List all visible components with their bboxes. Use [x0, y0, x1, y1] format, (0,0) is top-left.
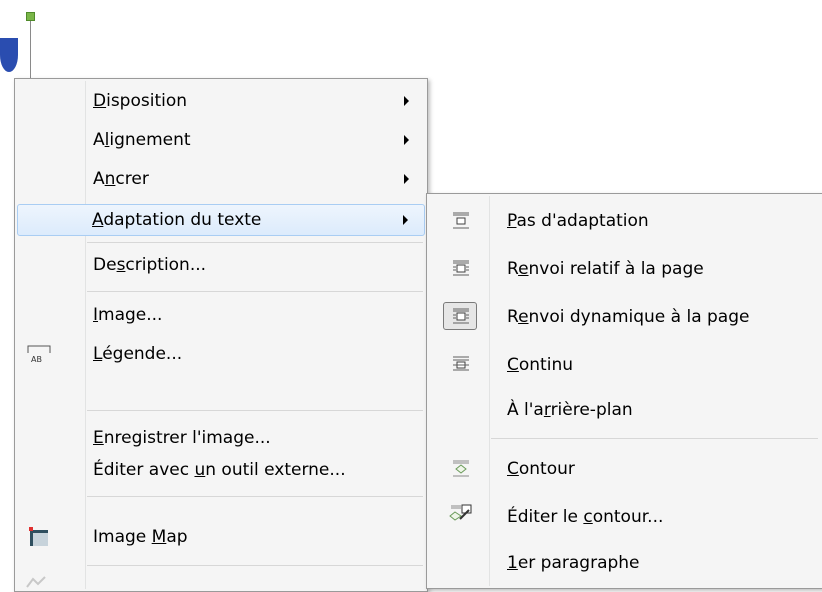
submenu-item-renvoi-relatif[interactable]: Renvoi relatif à la page	[429, 253, 820, 285]
submenu-separator	[491, 438, 818, 439]
submenu-item-continu[interactable]: Continu	[429, 349, 820, 381]
menu-gutter	[85, 81, 86, 589]
submenu-item-contour[interactable]: Contour	[429, 453, 820, 485]
submenu-item-arriere-plan[interactable]: À l'arrière-plan	[429, 394, 820, 426]
submenu-arrow-icon	[404, 174, 409, 184]
menu-item-image[interactable]: Image...	[17, 299, 425, 331]
wrap-through-icon	[453, 356, 469, 371]
menu-separator	[87, 565, 423, 566]
caption-icon-text: AB	[31, 355, 42, 364]
menu-item-enregistrer-image[interactable]: Enregistrer l'image...	[17, 422, 425, 454]
wrap-page-icon	[453, 260, 469, 276]
contour-icon	[453, 460, 469, 477]
caption-icon: AB	[27, 345, 51, 364]
image-map-icon	[29, 527, 48, 546]
wrap-none-icon	[453, 212, 469, 229]
disabled-item-icon	[26, 576, 46, 588]
menu-item-adaptation-du-texte[interactable]: Adaptation du texte	[17, 204, 425, 236]
submenu-arrow-icon	[403, 215, 408, 225]
submenu-arrow-icon	[404, 135, 409, 145]
menu-item-editer-outil-externe[interactable]: Éditer avec un outil externe...	[17, 454, 425, 486]
frame-line	[30, 18, 31, 78]
menu-item-legende[interactable]: AB Légende...	[17, 338, 425, 370]
submenu-adaptation-du-texte: Pas d'adaptation Renvoi relatif à la pag…	[426, 193, 822, 589]
context-menu: Disposition Alignement Ancrer Adaptation…	[14, 78, 428, 592]
selection-handle[interactable]	[26, 12, 35, 21]
submenu-item-editer-contour[interactable]: Éditer le contour...	[429, 501, 820, 533]
image-fragment	[0, 38, 18, 72]
submenu-item-1er-paragraphe[interactable]: 1er paragraphe	[429, 547, 820, 579]
submenu-item-pas-adaptation[interactable]: Pas d'adaptation	[429, 205, 820, 237]
menu-item-disposition[interactable]: Disposition	[17, 85, 425, 117]
wrap-dynamic-icon	[453, 308, 469, 324]
edit-contour-icon	[449, 504, 472, 521]
menu-separator	[87, 410, 423, 411]
menu-item-image-map[interactable]: Image Map	[17, 521, 425, 553]
menu-separator	[87, 496, 423, 497]
menu-item-description[interactable]: Description...	[17, 249, 425, 281]
menu-item-alignement[interactable]: Alignement	[17, 124, 425, 156]
menu-item-ancrer[interactable]: Ancrer	[17, 163, 425, 195]
menu-separator	[87, 291, 423, 292]
submenu-item-renvoi-dynamique[interactable]: Renvoi dynamique à la page	[429, 301, 820, 333]
menu-separator	[87, 242, 423, 243]
submenu-arrow-icon	[404, 96, 409, 106]
